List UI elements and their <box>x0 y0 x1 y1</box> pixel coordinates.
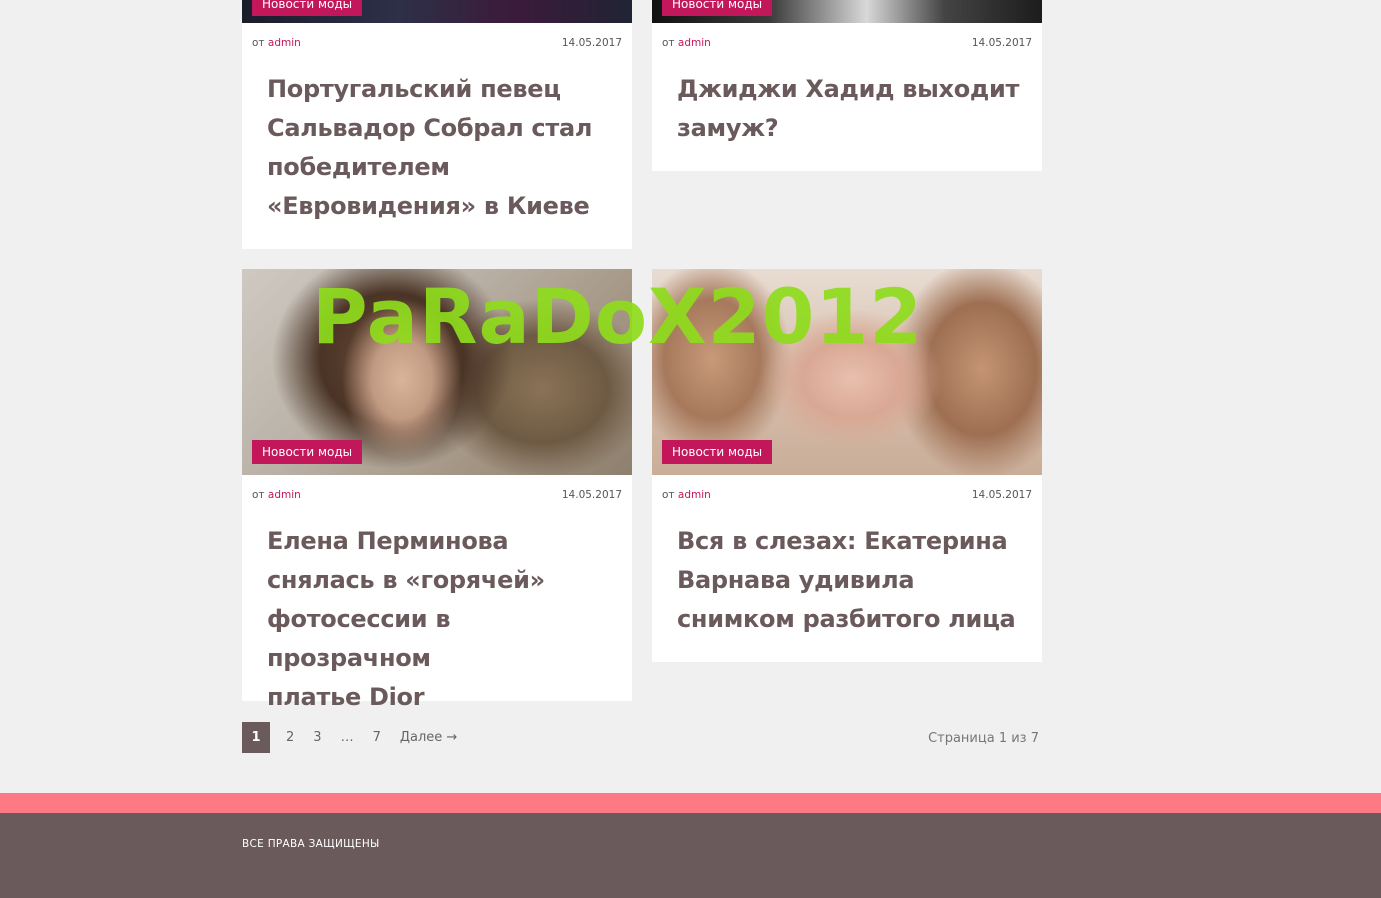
category-badge[interactable]: Новости моды <box>252 440 363 464</box>
post-title[interactable]: Вся в слезах: Екатерина Варнава удивила … <box>677 522 1020 639</box>
next-page-link[interactable]: Далее → <box>400 730 457 745</box>
author-prefix: от <box>662 489 675 501</box>
author-link[interactable]: admin <box>678 489 711 501</box>
title-line: снялась в «горячей» <box>267 566 545 594</box>
post-date: 14.05.2017 <box>971 37 1032 49</box>
post-card[interactable]: Новости моды от admin 14.05.2017 Джиджи … <box>652 0 1042 171</box>
footer-stripe <box>0 793 1381 813</box>
title-line: победителем <box>267 153 450 181</box>
post-title[interactable]: Португальский певец Сальвадор Собрал ста… <box>267 70 610 226</box>
author-prefix: от <box>252 37 265 49</box>
title-line: Сальвадор Собрал стал <box>267 114 593 142</box>
page-link[interactable]: 7 <box>373 730 381 745</box>
author-link[interactable]: admin <box>268 489 301 501</box>
post-meta: от admin 14.05.2017 <box>662 489 1032 501</box>
author-prefix: от <box>252 489 265 501</box>
post-date: 14.05.2017 <box>561 489 622 501</box>
author-prefix: от <box>662 37 675 49</box>
category-badge[interactable]: Новости моды <box>662 440 773 464</box>
title-line: фотосессии в прозрачном <box>267 605 451 672</box>
post-date: 14.05.2017 <box>561 37 622 49</box>
category-badge[interactable]: Новости моды <box>662 0 773 16</box>
title-line: Варнава удивила <box>677 566 915 594</box>
post-title[interactable]: Елена Перминова снялась в «горячей» фото… <box>267 522 610 717</box>
site-footer: ВСЕ ПРАВА ЗАЩИЩЕНЫ <box>0 813 1381 898</box>
page-ellipsis: … <box>340 730 354 745</box>
post-meta: от admin 14.05.2017 <box>252 489 622 501</box>
title-line: Елена Перминова <box>267 527 509 555</box>
page-link[interactable]: 3 <box>313 730 321 745</box>
category-badge[interactable]: Новости моды <box>252 0 363 16</box>
post-card[interactable]: Новости моды от admin 14.05.2017 Португа… <box>242 0 632 249</box>
author-link[interactable]: admin <box>268 37 301 49</box>
title-line: «Евровидения» в Киеве <box>267 192 590 220</box>
post-card[interactable]: Новости моды от admin 14.05.2017 Вся в с… <box>652 269 1042 662</box>
post-title[interactable]: Джиджи Хадид выходит замуж? <box>677 70 1020 148</box>
page-count-info: Страница 1 из 7 <box>928 731 1039 746</box>
title-line: замуж? <box>677 114 779 142</box>
post-date: 14.05.2017 <box>971 489 1032 501</box>
pagination: 1 2 3 … 7 Далее → <box>242 722 476 753</box>
post-card[interactable]: Новости моды от admin 14.05.2017 Елена П… <box>242 269 632 711</box>
post-meta: от admin 14.05.2017 <box>252 37 622 49</box>
title-line: Вся в слезах: Екатерина <box>677 527 1008 555</box>
title-line: снимком разбитого лица <box>677 605 1016 633</box>
author-link[interactable]: admin <box>678 37 711 49</box>
copyright-text: ВСЕ ПРАВА ЗАЩИЩЕНЫ <box>242 838 380 850</box>
title-line: платье Dior <box>267 683 425 711</box>
page-link-current[interactable]: 1 <box>242 722 270 753</box>
post-meta: от admin 14.05.2017 <box>662 37 1032 49</box>
title-line: Португальский певец <box>267 75 561 103</box>
title-line: Джиджи Хадид выходит <box>677 75 1020 103</box>
page-link[interactable]: 2 <box>286 730 294 745</box>
